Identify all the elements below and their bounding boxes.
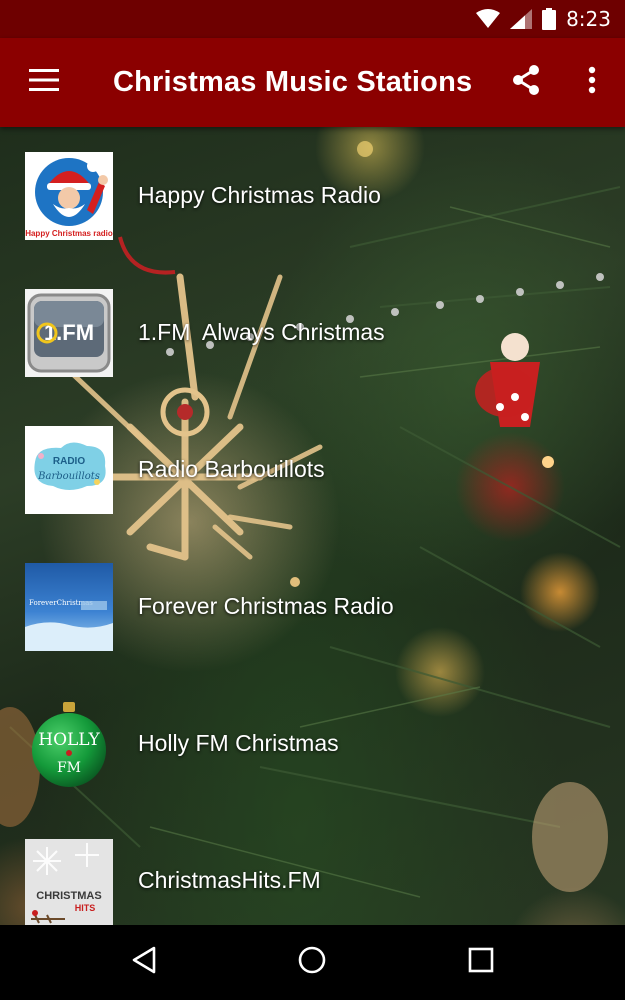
station-logo-christmashits: CHRISTMAS HITS bbox=[25, 839, 113, 925]
santa-logo-icon: Happy Christmas radio bbox=[25, 152, 113, 240]
list-item-forever-christmas-radio[interactable]: ForeverChristmas Forever Christmas Radio bbox=[0, 538, 625, 675]
station-logo-forever-christmas: ForeverChristmas bbox=[25, 563, 113, 651]
status-time: 8:23 bbox=[566, 7, 611, 31]
christmashits-logo-icon: CHRISTMAS HITS bbox=[25, 839, 113, 925]
home-icon bbox=[297, 945, 327, 980]
menu-button[interactable] bbox=[0, 38, 88, 127]
station-list-container[interactable]: Happy Christmas radio Happy Christmas Ra… bbox=[0, 127, 625, 925]
station-logo-happy-christmas: Happy Christmas radio bbox=[25, 152, 113, 240]
overflow-menu-icon bbox=[588, 66, 596, 99]
back-icon bbox=[130, 945, 158, 980]
overflow-menu-button[interactable] bbox=[559, 38, 625, 127]
logo-text-barbouillots: Barbouillots bbox=[37, 471, 100, 482]
logo-text-holly: HOLLY bbox=[38, 730, 100, 750]
list-item-christmashits-fm[interactable]: CHRISTMAS HITS ChristmasHits.FM bbox=[0, 812, 625, 925]
forever-christmas-logo-icon: ForeverChristmas bbox=[25, 563, 113, 651]
status-bar: 8:23 bbox=[0, 0, 625, 38]
share-button[interactable] bbox=[493, 38, 559, 127]
station-name: Happy Christmas Radio bbox=[138, 182, 381, 208]
battery-icon bbox=[542, 8, 557, 30]
station-name: ChristmasHits.FM bbox=[138, 867, 321, 893]
station-logo-barbouillots: RADIO Barbouillots bbox=[25, 426, 113, 514]
station-list: Happy Christmas radio Happy Christmas Ra… bbox=[0, 127, 625, 925]
navigation-bar bbox=[0, 925, 625, 1000]
recents-button[interactable] bbox=[441, 925, 521, 1000]
station-name: 1.FM Always Christmas bbox=[138, 319, 385, 345]
app-bar: Christmas Music Stations bbox=[0, 38, 625, 127]
station-name: Forever Christmas Radio bbox=[138, 593, 394, 619]
list-item-holly-fm-christmas[interactable]: HOLLY FM Holly FM Christmas bbox=[0, 675, 625, 812]
recents-icon bbox=[468, 947, 494, 978]
station-name: Radio Barbouillots bbox=[138, 456, 325, 482]
logo-text-hits: HITS bbox=[75, 903, 96, 913]
home-button[interactable] bbox=[272, 925, 352, 1000]
station-logo-1fm: 1.FM bbox=[25, 289, 113, 377]
1fm-logo-icon: 1.FM bbox=[25, 289, 113, 377]
logo-text-christmas: CHRISTMAS bbox=[36, 890, 101, 902]
station-logo-holly-fm: HOLLY FM bbox=[25, 700, 113, 788]
cell-signal-icon bbox=[510, 9, 533, 29]
logo-text-radio: RADIO bbox=[53, 456, 85, 467]
list-item-1fm-always-christmas[interactable]: 1.FM 1.FM Always Christmas bbox=[0, 264, 625, 401]
list-item-happy-christmas-radio[interactable]: Happy Christmas radio Happy Christmas Ra… bbox=[0, 127, 625, 264]
holly-fm-bauble-icon: HOLLY FM bbox=[32, 702, 106, 787]
page-title: Christmas Music Stations bbox=[113, 66, 473, 98]
share-icon bbox=[511, 64, 541, 101]
station-name: Holly FM Christmas bbox=[138, 730, 339, 756]
list-item-radio-barbouillots[interactable]: RADIO Barbouillots Radio Barbouillots bbox=[0, 401, 625, 538]
hamburger-menu-icon bbox=[29, 69, 59, 96]
wifi-icon bbox=[476, 9, 501, 29]
logo-text: Happy Christmas radio bbox=[25, 229, 113, 238]
logo-text-fm: FM bbox=[57, 760, 81, 776]
barbouillots-logo-icon: RADIO Barbouillots bbox=[25, 426, 113, 514]
back-button[interactable] bbox=[104, 925, 184, 1000]
